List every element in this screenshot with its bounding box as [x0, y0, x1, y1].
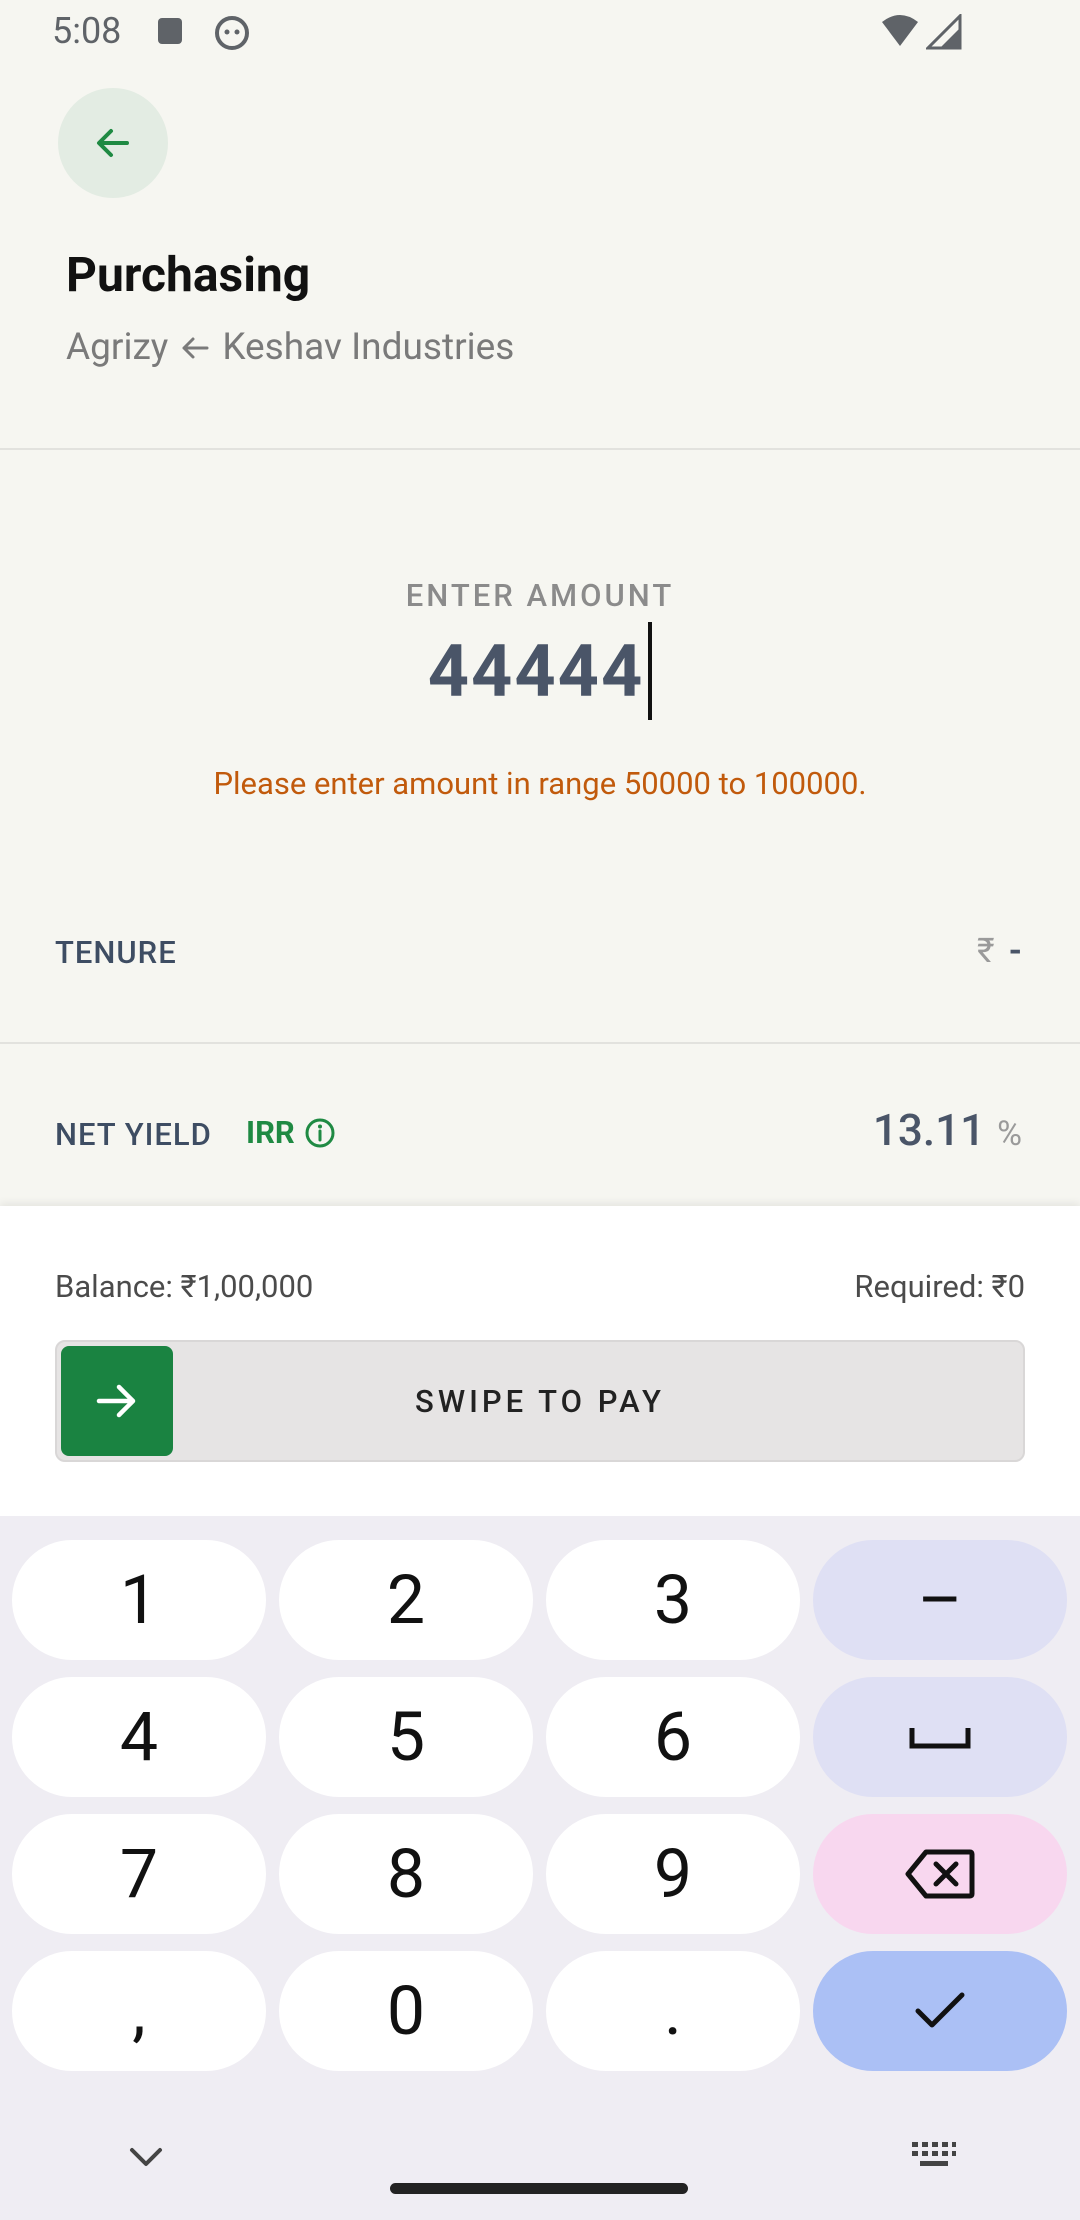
text-cursor	[648, 622, 653, 720]
status-bar: 5:08	[0, 0, 1080, 66]
info-icon[interactable]	[303, 1116, 337, 1150]
swipe-to-pay-slider[interactable]: SWIPE TO PAY	[55, 1340, 1025, 1462]
backspace-icon	[905, 1849, 975, 1899]
payment-sheet: Balance: ₹1,00,000 Required: ₹0 SWIPE TO…	[0, 1206, 1080, 1516]
chevron-down-icon[interactable]	[120, 2140, 172, 2176]
tenure-amount: -	[1008, 931, 1022, 971]
key-7[interactable]: 7	[12, 1814, 266, 1934]
swipe-label: SWIPE TO PAY	[415, 1382, 665, 1420]
notification-app-icon	[215, 16, 249, 50]
signal-icon	[926, 14, 962, 50]
key-done[interactable]	[813, 1951, 1067, 2071]
numeric-keyboard: 1 2 3 – 4 5 6 7 8 9 , 0 .	[0, 1516, 1080, 2220]
key-period[interactable]: .	[546, 1951, 800, 2071]
checkmark-icon	[915, 1992, 965, 2028]
divider	[0, 448, 1080, 450]
key-5[interactable]: 5	[279, 1677, 533, 1797]
key-1[interactable]: 1	[12, 1540, 266, 1660]
amount-label: ENTER AMOUNT	[405, 577, 675, 614]
amount-value[interactable]: 44444	[428, 629, 645, 714]
tenure-label: TENURE	[55, 934, 177, 971]
key-8[interactable]: 8	[279, 1814, 533, 1934]
amount-error-message: Please enter amount in range 50000 to 10…	[213, 765, 867, 802]
swipe-handle[interactable]	[61, 1346, 173, 1456]
key-comma[interactable]: ,	[12, 1951, 266, 2071]
irr-label: IRR	[246, 1114, 295, 1151]
subtitle-from: Agrizy	[66, 326, 169, 369]
keyboard-icon[interactable]	[910, 2138, 958, 2174]
arrow-left-icon	[97, 129, 129, 157]
balance-text: Balance: ₹1,00,000	[55, 1268, 314, 1305]
rupee-symbol: ₹	[977, 931, 995, 971]
amount-input[interactable]: 44444	[0, 622, 1080, 720]
subtitle-to: Keshav Industries	[222, 326, 515, 369]
net-yield-value: 13.11 %	[873, 1104, 1022, 1156]
key-3[interactable]: 3	[546, 1540, 800, 1660]
key-minus[interactable]: –	[813, 1540, 1067, 1660]
arrow-right-icon	[96, 1384, 136, 1418]
key-0[interactable]: 0	[279, 1951, 533, 2071]
tenure-value: ₹ -	[977, 931, 1022, 971]
key-6[interactable]: 6	[546, 1677, 800, 1797]
key-4[interactable]: 4	[12, 1677, 266, 1797]
key-2[interactable]: 2	[279, 1540, 533, 1660]
home-indicator[interactable]	[390, 2183, 688, 2194]
sim-card-icon	[158, 18, 182, 44]
page-title: Purchasing	[66, 246, 311, 303]
irr-info-button[interactable]: IRR	[246, 1114, 337, 1151]
required-text: Required: ₹0	[854, 1268, 1025, 1305]
arrow-left-icon	[182, 337, 209, 358]
page-subtitle: Agrizy Keshav Industries	[66, 326, 514, 369]
divider	[0, 1042, 1080, 1044]
percent-unit: %	[997, 1114, 1022, 1154]
back-button[interactable]	[58, 88, 168, 198]
key-backspace[interactable]	[813, 1814, 1067, 1934]
net-yield-number: 13.11	[872, 1104, 986, 1156]
wifi-icon	[882, 15, 918, 46]
space-icon	[909, 1728, 971, 1749]
key-space[interactable]	[813, 1677, 1067, 1797]
net-yield-label: NET YIELD	[55, 1116, 212, 1153]
status-time: 5:08	[52, 10, 122, 52]
key-9[interactable]: 9	[546, 1814, 800, 1934]
